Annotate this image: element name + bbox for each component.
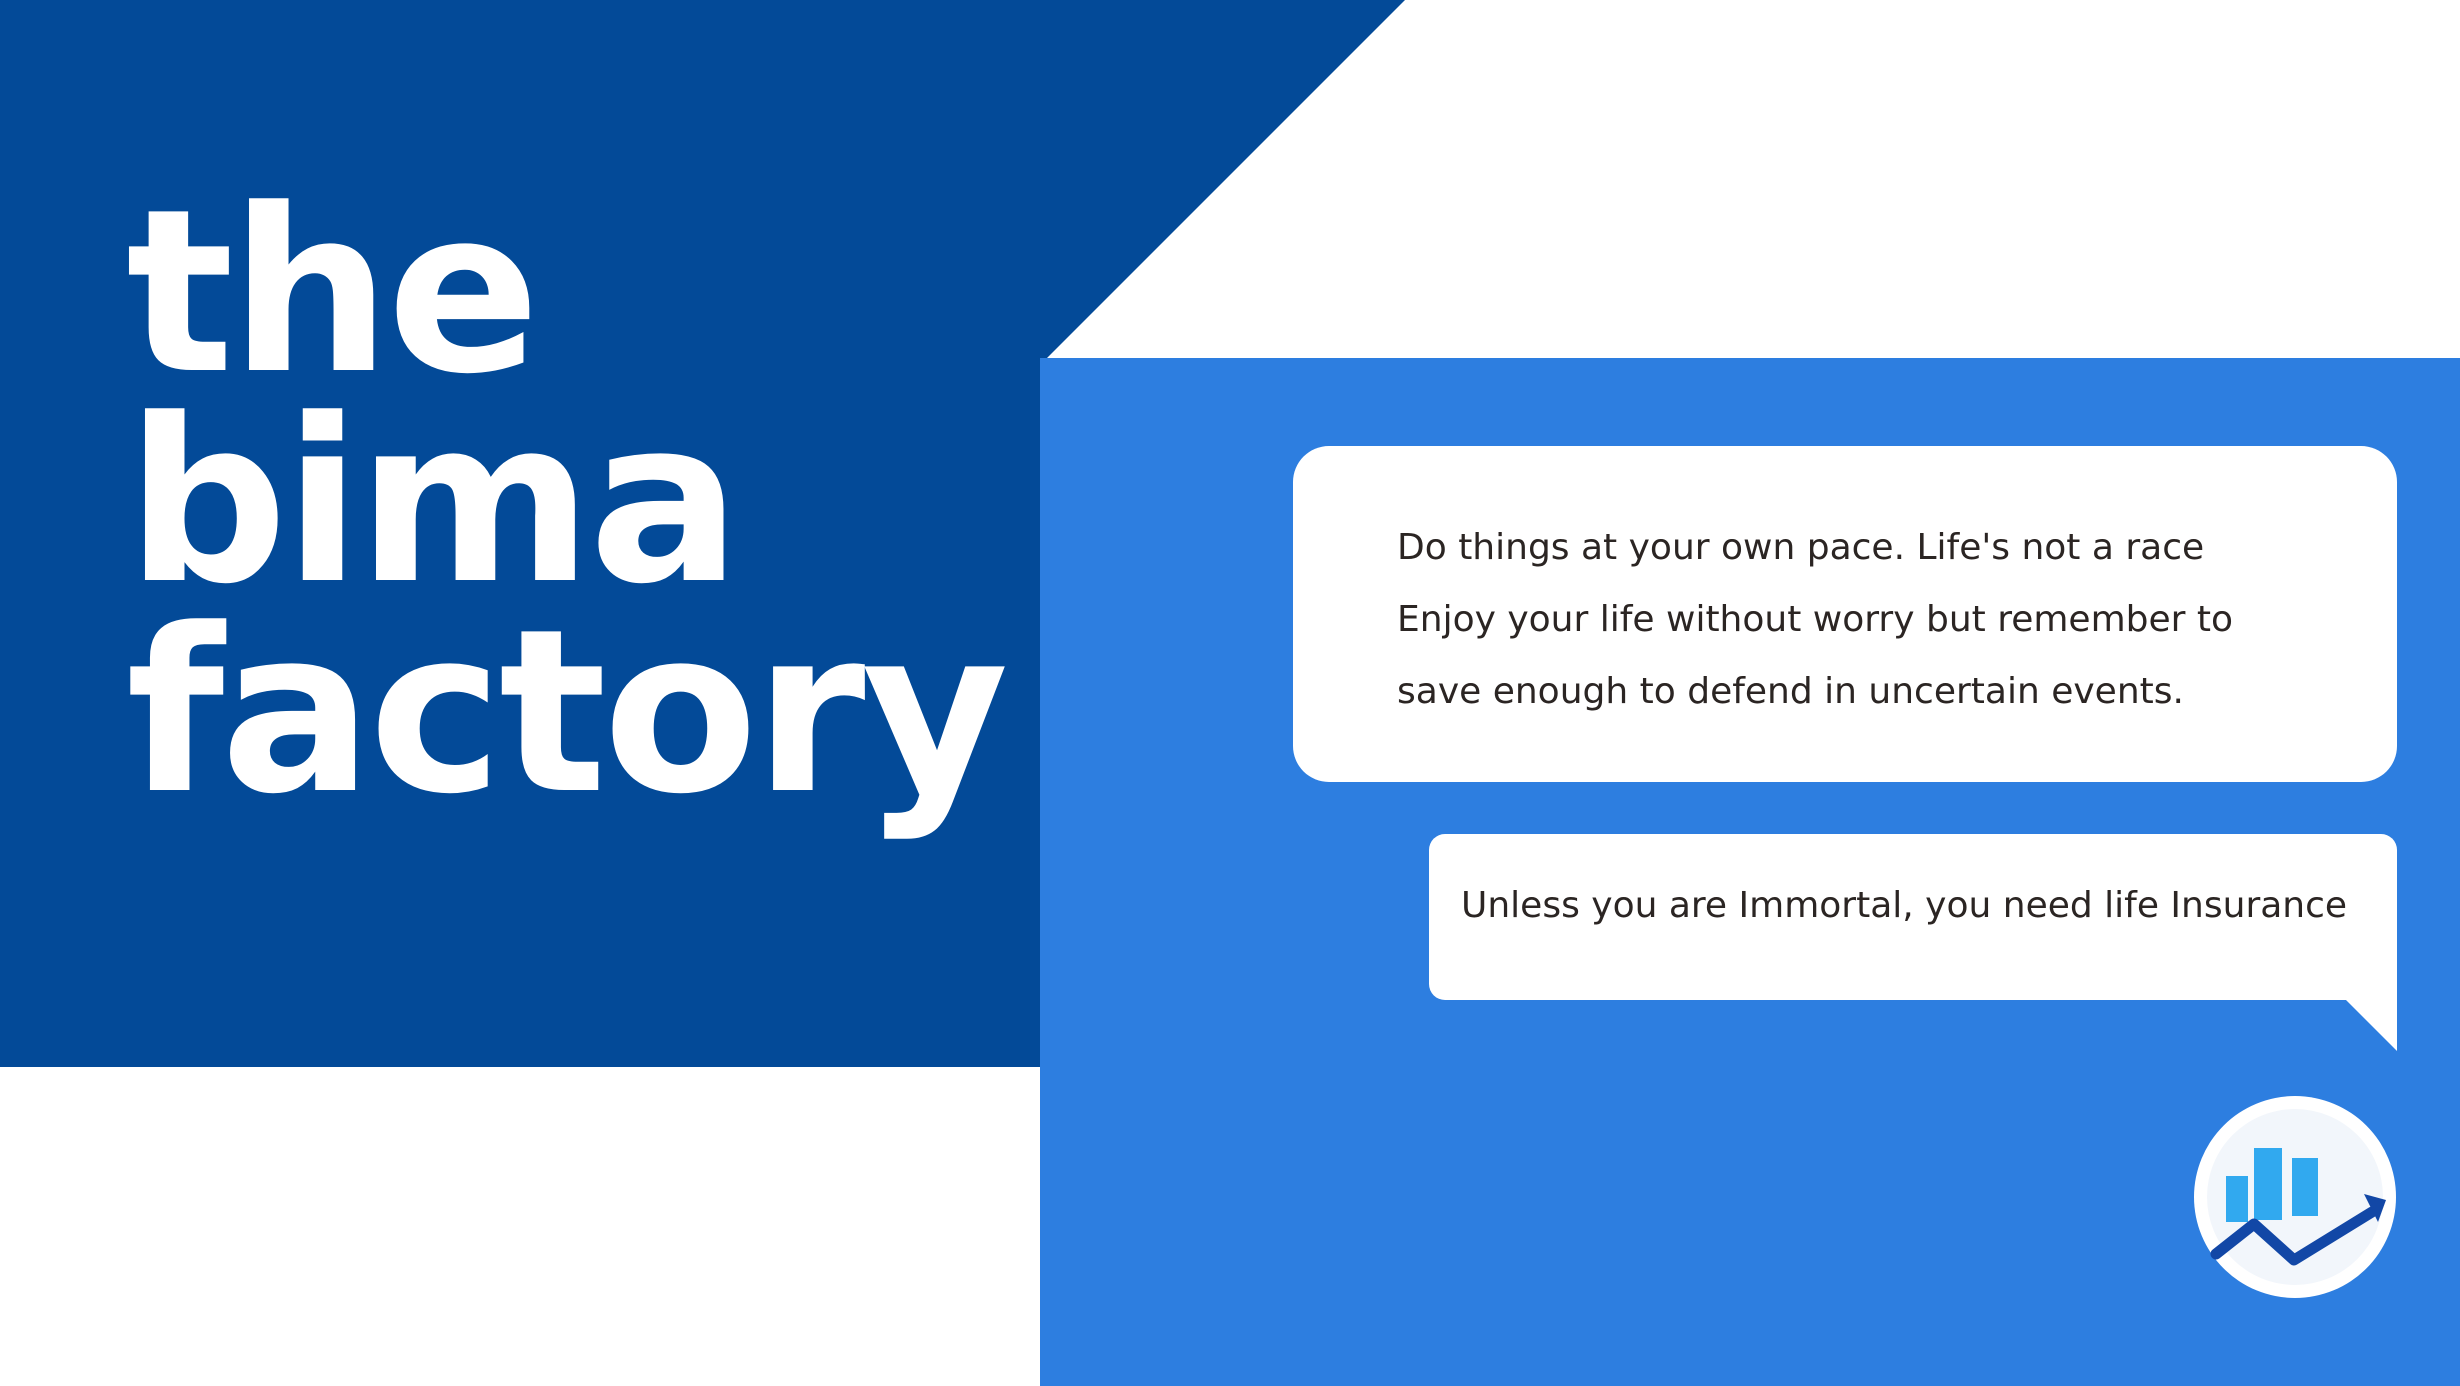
quote-line-2: Enjoy your life without worry but rememb… (1397, 599, 2234, 640)
quote-line-3: save enough to defend in uncertain event… (1397, 671, 2184, 712)
quote-bubble: Do things at your own pace. Life's not a… (1293, 446, 2397, 782)
insurance-message-bubble: Unless you are Immortal, you need life I… (1429, 834, 2397, 1000)
quote-line-1: Do things at your own pace. Life's not a… (1397, 527, 2205, 568)
insurance-message-text: Unless you are Immortal, you need life I… (1461, 885, 2348, 926)
brand-title-line-2: bima (126, 371, 741, 634)
brand-title-line-3: factory (126, 581, 1009, 844)
bar-chart-growth-arrow-icon (2207, 1109, 2386, 1285)
brand-title: the bima factory (126, 161, 1009, 844)
speech-bubble-tail (2346, 1000, 2397, 1051)
brand-title-line-1: the (126, 161, 540, 424)
logo-badge (2194, 1096, 2396, 1298)
